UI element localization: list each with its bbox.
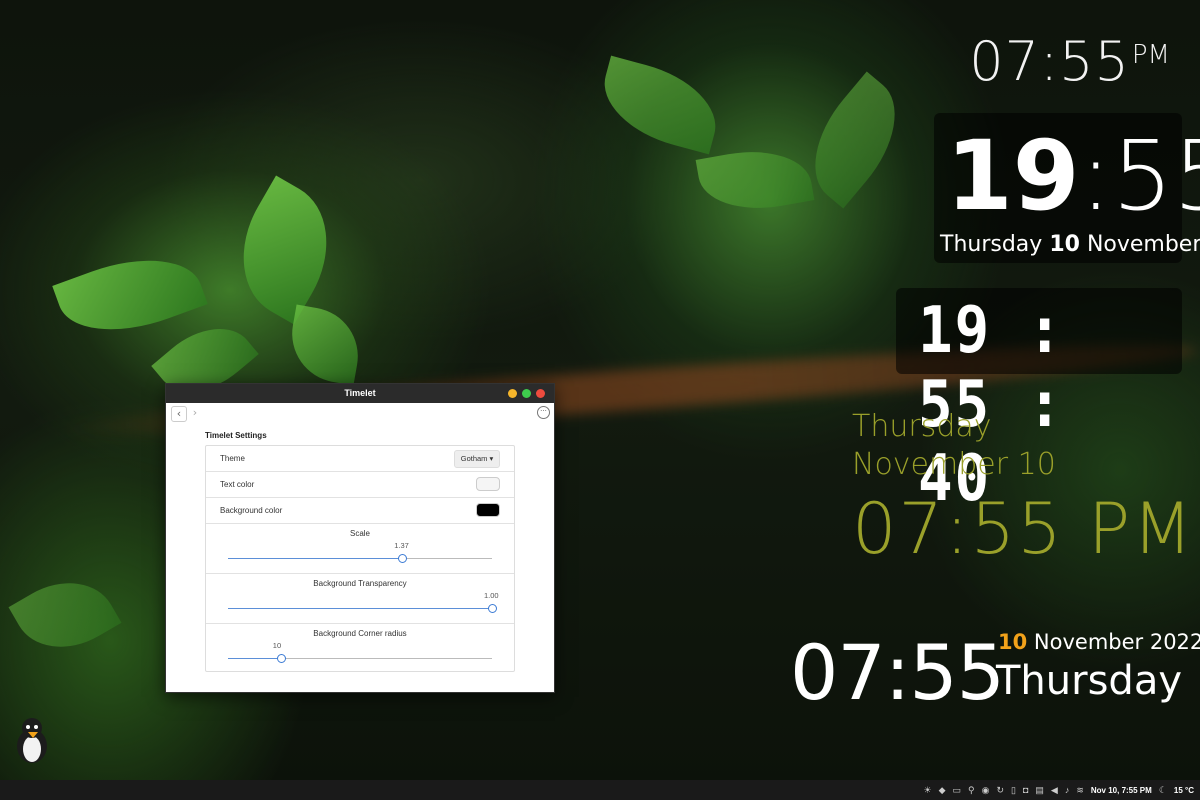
app-icon[interactable]: ◆ [939,785,946,796]
transparency-slider-handle[interactable] [488,604,497,613]
clock-date: 10 November 2022 [998,630,1200,654]
settings-panel: Theme Gotham ▾ Text color Background col… [205,445,515,672]
window-titlebar[interactable]: Timelet [166,384,554,403]
privacy-icon[interactable]: ◉ [982,785,990,796]
theme-row: Theme Gotham ▾ [206,446,514,472]
clock-day: 10 [1049,232,1080,257]
background-color-row: Background color [206,498,514,524]
clock-day: 10 [998,630,1028,654]
minimize-button[interactable] [508,389,517,398]
clock-separator: : [1079,120,1112,232]
clock-widget-digital: 19 : 55 : 40 [896,288,1182,516]
chevron-right-icon: › [192,406,198,419]
clock-date: November 10 [852,447,1056,482]
clock-ampm: PM [1131,40,1170,70]
transparency-slider-fill [228,608,492,609]
background-leaf [52,238,208,352]
clock-weekday: Thursday [996,658,1182,704]
wifi-icon[interactable]: ≋ [1076,785,1084,796]
microphone-icon[interactable]: ♪ [1065,785,1070,795]
moon-icon: ☾ [1158,784,1167,795]
clock-month: November [1086,232,1200,257]
taskbar: ☀ ◆ ▭ ⚲ ◉ ↻ ▯ ◘ ▤ ◀ ♪ ≋ Nov 10, 7:55 PM … [0,780,1200,800]
maximize-button[interactable] [522,389,531,398]
clock-widget-large: 19:55 Thursday 10 November [934,113,1200,263]
clock-weekday: Thursday [852,409,992,444]
clock-time: 07:55 [969,30,1130,93]
text-color-row: Text color [206,472,514,498]
camera-icon[interactable]: ◘ [1023,785,1028,795]
taskbar-clock[interactable]: Nov 10, 7:55 PM [1091,786,1152,795]
clock-weekday: Thursday [940,232,1043,257]
clock-month-year: November 2022 [1027,630,1200,654]
system-tray: ☀ ◆ ▭ ⚲ ◉ ↻ ▯ ◘ ▤ ◀ ♪ ≋ Nov 10, 7:55 PM … [924,780,1195,800]
weather-temperature[interactable]: 15 °C [1174,786,1194,795]
scale-value: 1.37 [394,541,409,550]
corner-radius-row: Background Corner radius 10 [206,624,514,670]
penguin-logo-icon [17,718,47,763]
scale-label: Scale [349,529,370,538]
transparency-value: 1.00 [484,591,499,600]
update-icon[interactable]: ↻ [996,785,1004,796]
brightness-icon[interactable]: ☀ [924,785,932,796]
scale-slider[interactable] [228,554,492,563]
corner-radius-value: 10 [272,641,282,650]
close-button[interactable] [536,389,545,398]
corner-radius-slider[interactable] [228,654,492,663]
clock-minute: 55 [1111,120,1200,232]
scale-slider-handle[interactable] [398,554,408,563]
toggle-icon[interactable]: ▯ [1011,785,1016,796]
clock-widget-ampm: 07:55PM [969,30,1170,93]
forward-button[interactable]: › [188,406,202,420]
corner-radius-label: Background Corner radius [313,629,407,638]
clock-widget-olive: Thursday November 10 07:55 PM [852,408,1195,570]
back-button[interactable]: ‹ [171,406,187,422]
background-color-label: Background color [220,506,283,515]
clock-date: Thursday 10 November [940,232,1200,257]
text-color-button[interactable] [476,477,500,491]
background-leaf [284,304,366,386]
background-leaf [216,175,354,325]
window-title: Timelet [344,388,376,398]
clock-time: 07:55 [790,628,1005,717]
background-color-button[interactable] [476,503,500,517]
location-icon[interactable]: ⚲ [968,785,975,796]
text-color-label: Text color [220,480,255,489]
battery-icon[interactable]: ▭ [953,785,962,796]
scale-slider-fill [228,558,403,559]
corner-radius-slider-handle[interactable] [276,654,286,663]
transparency-slider[interactable] [228,604,497,613]
radio-icon[interactable]: ▤ [1035,785,1044,796]
theme-label: Theme [220,454,245,463]
background-leaf [592,55,728,155]
more-icon: ··· [540,407,547,415]
transparency-row: Background Transparency 1.00 [206,574,514,624]
chevron-left-icon: ‹ [176,407,182,420]
scale-row: Scale 1.37 [206,524,514,574]
background-leaf [695,140,815,220]
clock-time: 07:55 PM [852,488,1195,570]
background-leaf [8,562,122,668]
clock-time: 19:55 [946,121,1200,231]
corner-radius-slider-fill [228,658,281,659]
volume-icon[interactable]: ◀ [1051,785,1058,796]
clock-hour: 19 [946,120,1080,232]
section-title: Timelet Settings [205,431,267,440]
theme-dropdown[interactable]: Gotham ▾ [454,450,500,468]
timelet-window: Timelet ‹ › ··· Timelet Settings Theme G… [165,383,555,693]
transparency-label: Background Transparency [313,579,407,588]
more-options-button[interactable]: ··· [537,406,550,419]
